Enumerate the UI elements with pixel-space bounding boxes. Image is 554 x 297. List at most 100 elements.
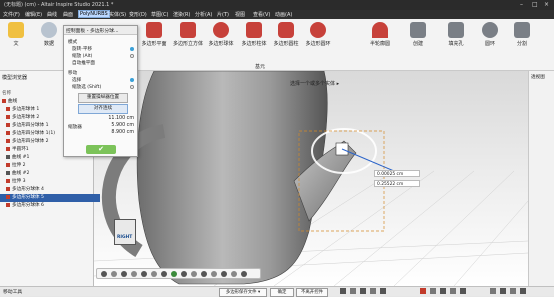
dialog-header: 控制面板 - 多边形分球...	[64, 26, 137, 35]
poly-column-icon	[278, 22, 294, 38]
ribbon-fill-hole[interactable]: 填充孔	[440, 22, 472, 47]
tool-icon[interactable]	[430, 288, 436, 294]
ribbon-file[interactable]: 文	[0, 22, 32, 47]
polyball-icon	[6, 130, 10, 135]
snap-icon[interactable]	[191, 271, 197, 277]
menu-look[interactable]: 查看(V)	[252, 11, 271, 18]
tool-icon[interactable]	[340, 288, 346, 294]
title-bar: (无标题) (cm) - Altair Inspire Studio 2021.…	[0, 0, 554, 10]
visibility-icon[interactable]	[171, 271, 177, 277]
menu-deform[interactable]: 变形(D)	[128, 11, 148, 18]
tree-item[interactable]: 拉伸 3	[0, 178, 100, 186]
scene-svg	[94, 71, 528, 286]
tool-icon[interactable]	[490, 288, 496, 294]
camera-icon[interactable]	[221, 271, 227, 277]
menu-polynurbs[interactable]: PolyNURBS	[78, 10, 110, 18]
tree-item[interactable]: 多边形分球体 6	[0, 202, 100, 210]
close-icon[interactable]: ×	[544, 1, 549, 8]
tree-item[interactable]: 拉伸 2	[0, 162, 100, 170]
confirm-check-icon[interactable]: ✔	[86, 145, 116, 154]
view-toolbar	[96, 268, 261, 279]
tool-icon[interactable]	[420, 288, 426, 294]
selection-hint: 选择一个或多个实体 ▸	[290, 81, 340, 87]
poly-sphere-icon	[213, 22, 229, 38]
mode-option-rotate[interactable]: 旋转-平移	[72, 46, 92, 52]
move-option-select[interactable]: 选择	[72, 77, 81, 83]
help-icon[interactable]	[241, 271, 247, 277]
menu-edit[interactable]: 编辑(E)	[24, 11, 43, 18]
tool-icon[interactable]	[510, 288, 516, 294]
menu-analysis[interactable]: 分析(A)	[194, 11, 213, 18]
torus-icon	[6, 146, 10, 151]
tool-icon[interactable]	[440, 288, 446, 294]
ribbon-poly-sphere[interactable]: 多边形球体	[205, 22, 237, 47]
menu-view[interactable]: 视图	[234, 11, 246, 18]
ribbon-poly-cube[interactable]: 多边形立方体	[172, 22, 204, 47]
ribbon-ring[interactable]: 圆环	[474, 22, 506, 47]
measure-icon[interactable]	[211, 271, 217, 277]
ribbon-half-circle[interactable]: 半轮廓圆	[364, 22, 396, 47]
value-x[interactable]: 11.100 cm	[94, 116, 134, 122]
radio-selected-icon[interactable]	[130, 47, 134, 51]
curve-icon	[6, 154, 10, 159]
move-heading: 移动	[68, 71, 78, 76]
wire-icon[interactable]	[151, 271, 157, 277]
menu-animation[interactable]: 动画(A)	[274, 11, 293, 18]
coord-field-2[interactable]: 0.25522 cm	[374, 180, 420, 187]
align-button[interactable]: 对齐连续	[78, 104, 128, 114]
ribbon-poly-plane[interactable]: 多边形平面	[138, 22, 170, 47]
ribbon-poly-cylinder[interactable]: 多边形柱体	[238, 22, 270, 47]
tool-icon[interactable]	[360, 288, 366, 294]
grid-icon[interactable]	[201, 271, 207, 277]
tool-icon[interactable]	[380, 288, 386, 294]
tool-icon[interactable]	[350, 288, 356, 294]
menu-surface[interactable]: 曲面	[62, 11, 74, 18]
section-icon[interactable]	[181, 271, 187, 277]
3d-viewport[interactable]: 选择一个或多个实体 ▸ 0.00025 cm 0.25522 cm RIGHT	[94, 71, 528, 286]
menu-sketch[interactable]: 草图(C)	[150, 11, 169, 18]
radio-selected-icon[interactable]	[130, 78, 134, 82]
tool-icon[interactable]	[500, 288, 506, 294]
view-cube[interactable]: RIGHT	[114, 219, 136, 245]
ribbon-poly-torus[interactable]: 多边形圆环	[302, 22, 334, 47]
pan-icon[interactable]	[111, 271, 117, 277]
radio-icon[interactable]	[130, 85, 134, 89]
scale-label: 缩放器	[68, 125, 82, 130]
browser-name-header: 名称	[2, 91, 12, 96]
menu-solid[interactable]: 实体(S)	[108, 11, 127, 18]
tree-item[interactable]: 多边形分球体 4	[0, 186, 100, 194]
tree-item[interactable]: 曲线 #2	[0, 170, 100, 178]
maximize-icon[interactable]: □	[532, 1, 538, 8]
menu-piece[interactable]: 片(T)	[216, 11, 230, 18]
orbit-icon[interactable]	[101, 271, 107, 277]
coord-field-1[interactable]: 0.00025 cm	[374, 170, 420, 177]
tree-item-selected[interactable]: 多边形分球体 5	[0, 194, 100, 202]
minimize-icon[interactable]: –	[520, 1, 523, 8]
menu-render[interactable]: 渲染(R)	[172, 11, 191, 18]
value-z[interactable]: 8.900 cm	[94, 130, 134, 136]
mode-option-autoplane[interactable]: 自动推平面	[72, 60, 95, 66]
reset-manipulator-button[interactable]: 重置操纵器位置	[78, 93, 128, 103]
value-y[interactable]: 5.900 cm	[94, 123, 134, 129]
tool-icon[interactable]	[370, 288, 376, 294]
menu-curve[interactable]: 曲线	[46, 11, 58, 18]
tool-icon[interactable]	[450, 288, 456, 294]
move-option-scale[interactable]: 缩放选 (Shift)	[72, 84, 101, 90]
menu-file[interactable]: 文件(F)	[2, 11, 21, 18]
shade-icon[interactable]	[141, 271, 147, 277]
radio-icon[interactable]	[130, 54, 134, 58]
ribbon-split[interactable]: 分割	[506, 22, 538, 47]
curve-icon	[6, 170, 10, 175]
ribbon-create[interactable]: 创建	[402, 22, 434, 47]
tool-icon[interactable]	[460, 288, 466, 294]
light-icon[interactable]	[161, 271, 167, 277]
mode-option-scale[interactable]: 缩放 (Alt)	[72, 53, 92, 59]
window-title: (无标题) (cm) - Altair Inspire Studio 2021.…	[4, 2, 114, 8]
ribbon-poly-column[interactable]: 多边形圆柱	[270, 22, 302, 47]
view-mode-label[interactable]: 透视图	[531, 74, 545, 80]
zoom-icon[interactable]	[121, 271, 127, 277]
tool-icon[interactable]	[520, 288, 526, 294]
fit-icon[interactable]	[131, 271, 137, 277]
ribbon-data[interactable]: 数据	[33, 22, 65, 47]
settings-icon[interactable]	[231, 271, 237, 277]
